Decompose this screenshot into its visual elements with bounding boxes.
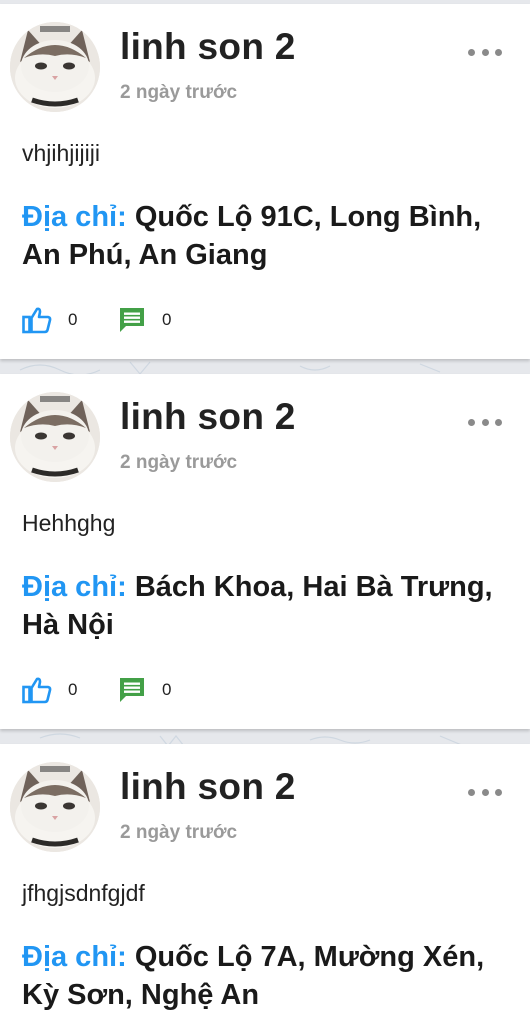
post-card: linh son 2 2 ngày trước vhjihjijiji Địa … [0,4,530,359]
post-time: 2 ngày trước [120,822,238,843]
cat-avatar-icon [10,392,100,482]
address-label: Địa chỉ: [22,201,127,233]
comment-icon [120,308,144,332]
avatar[interactable] [10,762,100,852]
more-options-icon[interactable] [468,410,502,434]
post-card: linh son 2 2 ngày trước Hehhghg Địa chỉ:… [0,374,530,729]
avatar[interactable] [10,392,100,482]
post-card: linh son 2 2 ngày trước jfhgjsdnfgjdf Đị… [0,744,530,1034]
address-label: Địa chỉ: [22,571,127,603]
username[interactable]: linh son 2 [120,766,296,808]
like-button[interactable]: 0 [22,306,118,334]
post-address: Địa chỉ: Quốc Lộ 7A, Mường Xén, Kỳ Sơn, … [22,938,512,1014]
post-address: Địa chỉ: Bách Khoa, Hai Bà Trưng, Hà Nội [22,568,512,644]
username[interactable]: linh son 2 [120,26,296,68]
address-label: Địa chỉ: [22,941,127,973]
comment-button[interactable]: 0 [118,306,171,334]
post-content: jfhgjsdnfgjdf [22,880,145,906]
post-time: 2 ngày trước [120,452,238,473]
avatar[interactable] [10,22,100,112]
post-content: vhjihjijiji [22,140,100,166]
comment-button[interactable]: 0 [118,676,171,704]
more-options-icon[interactable] [468,40,502,64]
like-count: 0 [68,310,78,329]
cat-avatar-icon [10,22,100,112]
post-content: Hehhghg [22,510,116,536]
like-count: 0 [68,680,78,699]
thumbs-up-icon [22,307,52,334]
comment-count: 0 [162,310,172,329]
more-options-icon[interactable] [468,780,502,804]
comment-count: 0 [162,680,172,699]
cat-avatar-icon [10,762,100,852]
post-address: Địa chỉ: Quốc Lộ 91C, Long Bình, An Phú,… [22,198,512,274]
post-actions: 0 0 [22,674,171,706]
thumbs-up-icon [22,677,52,704]
like-button[interactable]: 0 [22,676,118,704]
post-actions: 0 0 [22,304,171,336]
post-time: 2 ngày trước [120,82,238,103]
username[interactable]: linh son 2 [120,396,296,438]
comment-icon [120,678,144,702]
